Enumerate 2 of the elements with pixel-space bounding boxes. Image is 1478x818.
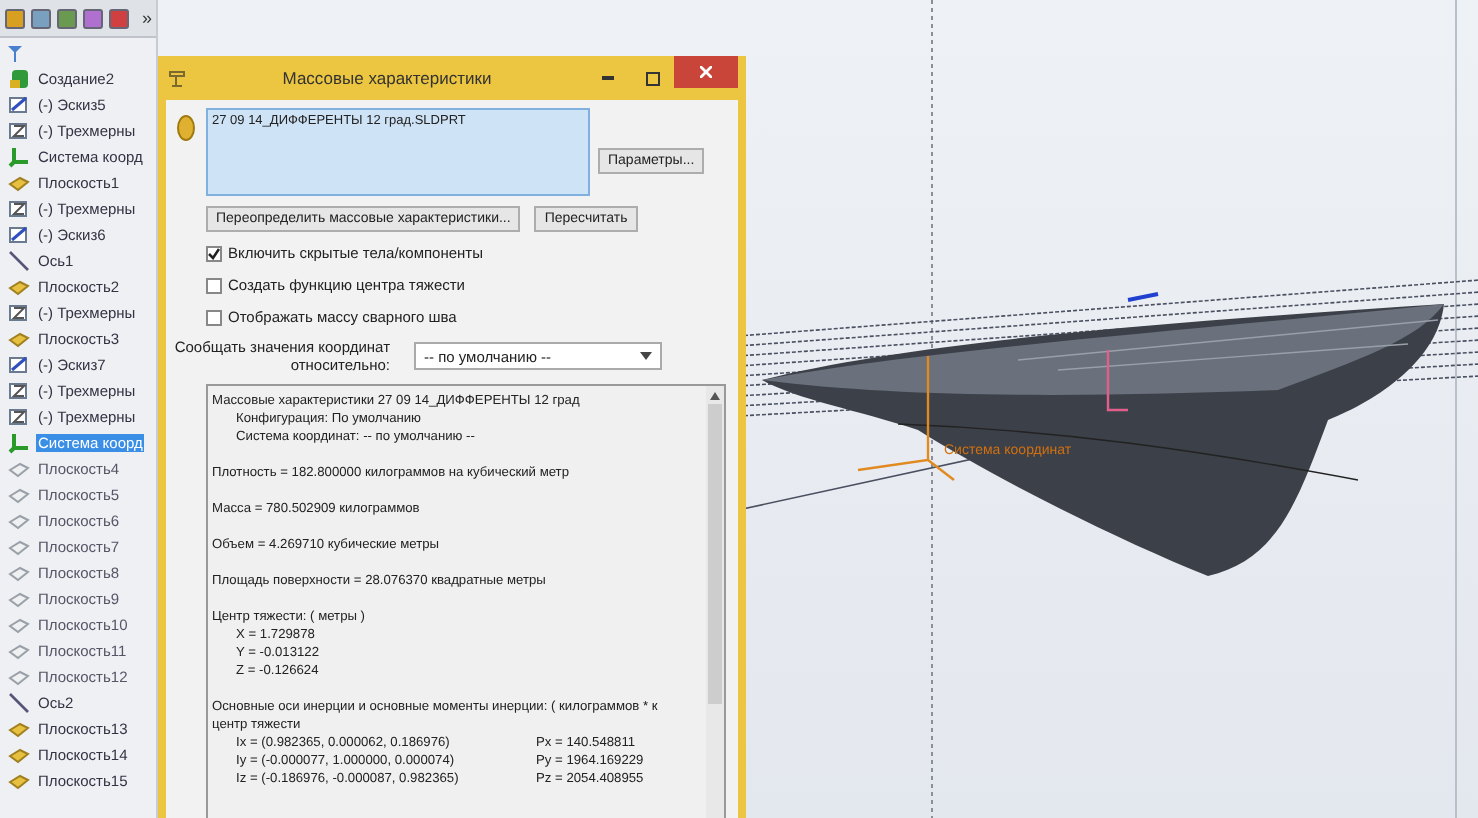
window-title: Массовые характеристики	[280, 68, 494, 88]
toolbar-overflow-button[interactable]: »	[141, 8, 152, 28]
